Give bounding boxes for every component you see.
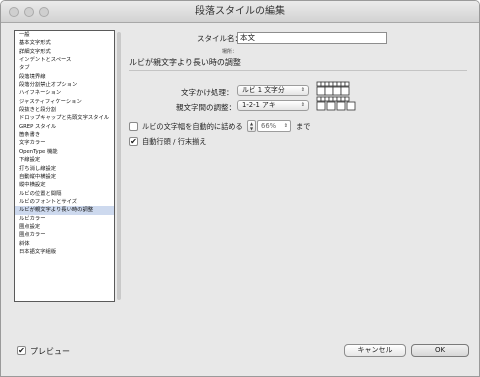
- category-item[interactable]: ルビの位置と間隔: [15, 190, 114, 198]
- compress-percent-select[interactable]: 66% ⇕: [257, 120, 291, 132]
- style-name-field[interactable]: 本文: [237, 32, 387, 44]
- category-list[interactable]: 一般 基本文字形式 詳細文字形式 インデントとスペース タブ 段落境界線 段落分割禁止オプシ…: [14, 30, 115, 302]
- category-item[interactable]: ルビのフォントとサイズ: [15, 198, 114, 206]
- category-item[interactable]: ハイフネーション: [15, 89, 114, 97]
- category-item[interactable]: インデントとスペース: [15, 56, 114, 64]
- section-title: ルビが親文字より長い時の調整: [129, 58, 241, 67]
- paragraph-style-dialog: 段落スタイルの編集 一般 基本文字形式 詳細文字形式 インデントとスペース タブ 段落境界…: [0, 0, 480, 377]
- overhang-diagram-icon: [316, 81, 350, 96]
- category-item[interactable]: GREP スタイル: [15, 123, 114, 131]
- zoom-window-button[interactable]: [39, 7, 49, 17]
- category-item[interactable]: 段抜きと段分割: [15, 106, 114, 114]
- preview-checkbox[interactable]: ✔: [17, 346, 26, 355]
- category-item[interactable]: ジャスティフィケーション: [15, 98, 114, 106]
- auto-align-label: 自動行頭 / 行末揃え: [142, 137, 207, 146]
- compress-stepper[interactable]: ▲ ▼: [247, 120, 256, 132]
- cancel-button[interactable]: キャンセル: [344, 344, 406, 357]
- compress-ruby-checkbox[interactable]: [129, 122, 138, 131]
- checkmark-icon: ✔: [18, 346, 25, 355]
- compress-ruby-label: ルビの文字幅を自動的に詰める: [142, 122, 243, 131]
- category-item[interactable]: ドロップキャップと先頭文字スタイル: [15, 114, 114, 122]
- compress-percent-value: 66%: [261, 122, 277, 130]
- category-item[interactable]: ルビカラー: [15, 215, 114, 223]
- category-item[interactable]: 一般: [15, 31, 114, 39]
- category-item[interactable]: 文字カラー: [15, 139, 114, 147]
- minimize-window-button[interactable]: [24, 7, 34, 17]
- section-divider: [129, 70, 467, 71]
- preview-label: プレビュー: [30, 347, 70, 356]
- spacing-value: 1-2-1 アキ: [242, 101, 276, 109]
- select-arrows-icon: ⇕: [300, 102, 305, 108]
- window-title: 段落スタイルの編集: [195, 6, 285, 17]
- category-item[interactable]: 縦中横設定: [15, 181, 114, 189]
- checkmark-icon: ✔: [130, 137, 137, 146]
- ok-button[interactable]: OK: [411, 344, 469, 357]
- spacing-diagram-icon: [316, 96, 356, 111]
- overhang-value: ルビ 1 文字分: [242, 86, 285, 94]
- category-item[interactable]: 日本語文字組版: [15, 248, 114, 256]
- location-label: 場所：: [222, 49, 238, 55]
- style-name-label: スタイル名：: [197, 34, 242, 43]
- stepper-down-icon[interactable]: ▼: [248, 126, 255, 131]
- auto-align-checkbox[interactable]: ✔: [129, 137, 138, 146]
- category-item[interactable]: ルビが親文字より長い時の調整: [15, 206, 114, 215]
- category-item[interactable]: 自動縦中横設定: [15, 173, 114, 181]
- category-item[interactable]: 基本文字形式: [15, 39, 114, 47]
- category-item[interactable]: 圏点設定: [15, 223, 114, 231]
- category-item[interactable]: OpenType 機能: [15, 148, 114, 156]
- category-item[interactable]: 段落境界線: [15, 73, 114, 81]
- overhang-select[interactable]: ルビ 1 文字分 ⇕: [237, 85, 309, 96]
- category-item[interactable]: 段落分割禁止オプション: [15, 81, 114, 89]
- close-window-button[interactable]: [9, 7, 19, 17]
- window-controls: [9, 7, 49, 17]
- category-item[interactable]: タブ: [15, 64, 114, 72]
- category-item[interactable]: 打ち消し線設定: [15, 165, 114, 173]
- category-list-scrollbar[interactable]: [117, 32, 121, 300]
- overhang-label: 文字かけ処理：: [181, 88, 234, 97]
- select-arrows-icon: ⇕: [300, 87, 305, 93]
- title-bar: 段落スタイルの編集: [1, 1, 479, 23]
- select-arrows-icon: ⇕: [283, 123, 288, 129]
- category-item[interactable]: 詳細文字形式: [15, 48, 114, 56]
- category-item[interactable]: 箇条書き: [15, 131, 114, 139]
- category-item[interactable]: 下線設定: [15, 156, 114, 164]
- category-item[interactable]: 圏点カラー: [15, 231, 114, 239]
- compress-suffix: まで: [296, 122, 311, 131]
- category-item[interactable]: 斜体: [15, 240, 114, 248]
- spacing-label: 親文字間の調整：: [176, 103, 236, 112]
- spacing-select[interactable]: 1-2-1 アキ ⇕: [237, 100, 309, 111]
